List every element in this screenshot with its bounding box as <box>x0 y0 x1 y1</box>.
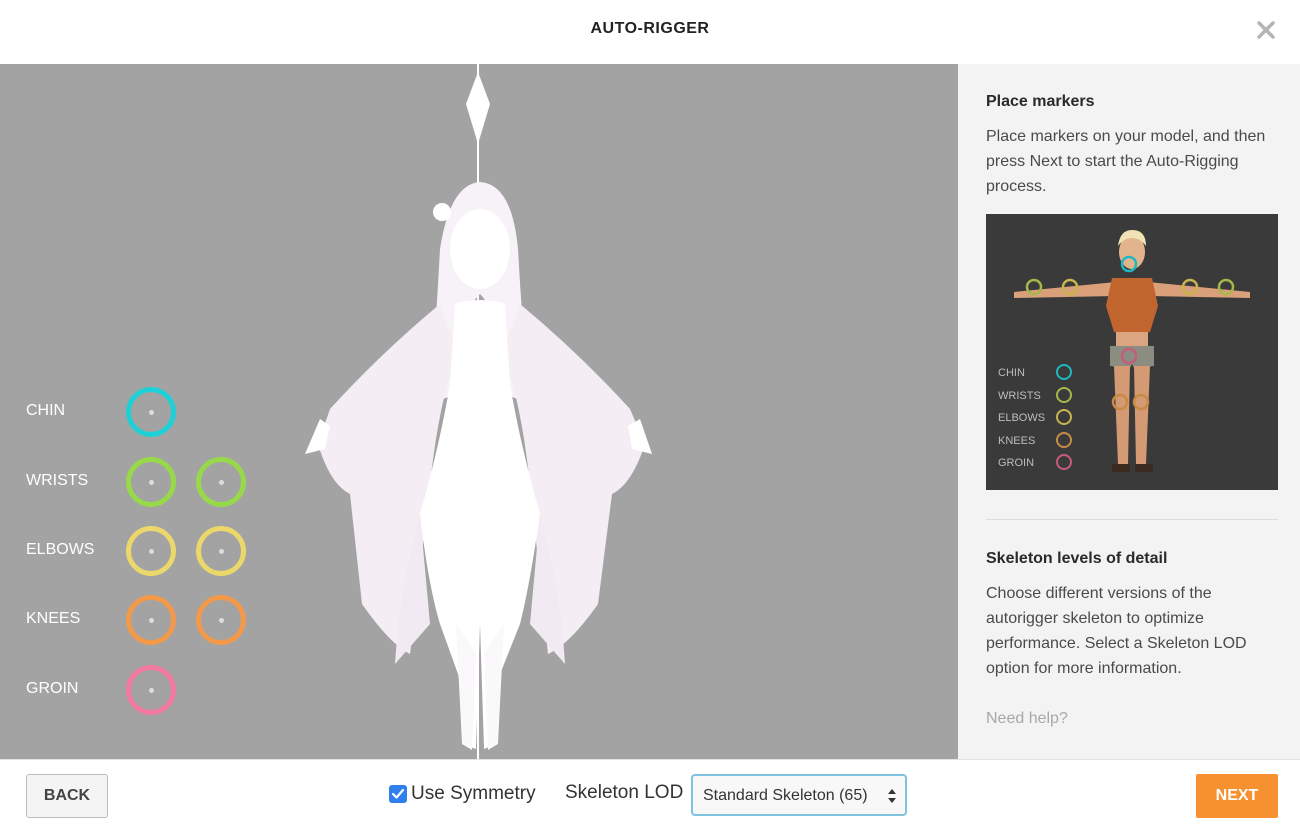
close-icon <box>1257 21 1275 39</box>
section-divider <box>986 519 1278 520</box>
preview-figure: CHIN WRISTS ELBOWS KNEES GROIN <box>998 230 1250 472</box>
marker-dot <box>148 617 154 623</box>
marker-row-groin: GROIN <box>0 662 300 718</box>
elbow-marker-right[interactable] <box>196 526 246 576</box>
wrist-marker-right[interactable] <box>196 457 246 507</box>
wrist-marker-left[interactable] <box>126 457 176 507</box>
select-arrows-icon <box>888 789 896 803</box>
chin-marker[interactable] <box>126 387 176 437</box>
dialog-footer: BACK Use Symmetry Skeleton LOD Standard … <box>0 759 1300 833</box>
marker-label-knees: KNEES <box>26 610 81 627</box>
need-help-link[interactable]: Need help? <box>986 710 1068 728</box>
marker-preview-image: CHIN WRISTS ELBOWS KNEES GROIN <box>986 214 1278 490</box>
marker-dot <box>148 548 154 554</box>
marker-dot <box>148 409 154 415</box>
skeleton-lod-label: Skeleton LOD <box>565 782 684 803</box>
use-symmetry-option[interactable]: Use Symmetry <box>389 782 536 806</box>
marker-label-groin: GROIN <box>26 680 79 697</box>
skeleton-lod-select[interactable]: Standard Skeleton (65) <box>691 774 907 816</box>
marker-dot <box>148 687 154 693</box>
preview-legend-wrists: WRISTS <box>998 390 1041 402</box>
dialog-header: AUTO-RIGGER <box>0 0 1300 64</box>
marker-row-elbows: ELBOWS <box>0 523 300 579</box>
marker-row-knees: KNEES <box>0 592 300 648</box>
checkmark-icon <box>391 788 405 799</box>
marker-label-chin: CHIN <box>26 402 66 419</box>
place-markers-title: Place markers <box>986 93 1095 110</box>
knee-marker-right[interactable] <box>196 595 246 645</box>
close-button[interactable] <box>1254 18 1278 42</box>
preview-legend-groin: GROIN <box>998 457 1034 469</box>
elbow-marker-left[interactable] <box>126 526 176 576</box>
marker-dot <box>218 548 224 554</box>
lod-title: Skeleton levels of detail <box>986 550 1168 567</box>
lod-description: Choose different versions of the autorig… <box>986 585 1247 677</box>
instructions-panel: Place markers Place markers on your mode… <box>958 64 1300 759</box>
marker-label-wrists: WRISTS <box>26 472 89 489</box>
knee-marker-left[interactable] <box>126 595 176 645</box>
skeleton-lod-value: Standard Skeleton (65) <box>703 787 868 804</box>
marker-label-elbows: ELBOWS <box>26 541 95 558</box>
groin-marker[interactable] <box>126 665 176 715</box>
use-symmetry-checkbox[interactable] <box>389 785 407 803</box>
preview-legend-knees: KNEES <box>998 435 1035 447</box>
marker-dot <box>218 617 224 623</box>
marker-row-chin: CHIN <box>0 384 300 440</box>
back-button[interactable]: BACK <box>26 774 108 818</box>
use-symmetry-label[interactable]: Use Symmetry <box>411 783 536 805</box>
preview-legend-elbows: ELBOWS <box>998 412 1045 424</box>
marker-dot <box>218 479 224 485</box>
next-button[interactable]: NEXT <box>1196 774 1278 818</box>
marker-dot <box>148 479 154 485</box>
place-markers-text: Place markers on your model, and then pr… <box>986 128 1266 195</box>
preview-legend-chin: CHIN <box>998 367 1025 379</box>
model-viewport[interactable]: CHIN WRISTS ELBOWS KNEES GROIN <box>0 64 958 759</box>
dialog-title: AUTO-RIGGER <box>590 20 710 37</box>
marker-row-wrists: WRISTS <box>0 454 300 510</box>
